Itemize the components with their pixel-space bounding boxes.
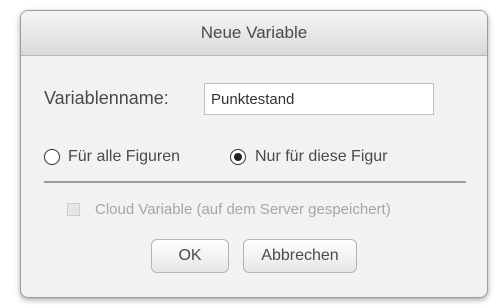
variable-name-label: Variablenname: (44, 88, 169, 108)
new-variable-dialog: Neue Variable Variablenname: Für alle Fi… (20, 10, 488, 298)
radio-this-sprite-only[interactable] (230, 149, 246, 165)
radio-all-sprites[interactable] (44, 149, 60, 165)
ok-button[interactable]: OK (151, 239, 229, 273)
cloud-variable-checkbox (67, 203, 80, 216)
dialog-title: Neue Variable (21, 11, 487, 56)
cancel-button[interactable]: Abbrechen (243, 239, 357, 273)
variable-name-input[interactable] (204, 83, 434, 115)
cloud-variable-label: Cloud Variable (auf dem Server gespeiche… (95, 201, 391, 218)
divider (44, 181, 466, 183)
radio-all-sprites-label[interactable]: Für alle Figuren (68, 148, 180, 166)
radio-this-sprite-only-label[interactable]: Nur für diese Figur (255, 148, 388, 166)
page: Neue Variable Variablenname: Für alle Fi… (0, 0, 496, 305)
